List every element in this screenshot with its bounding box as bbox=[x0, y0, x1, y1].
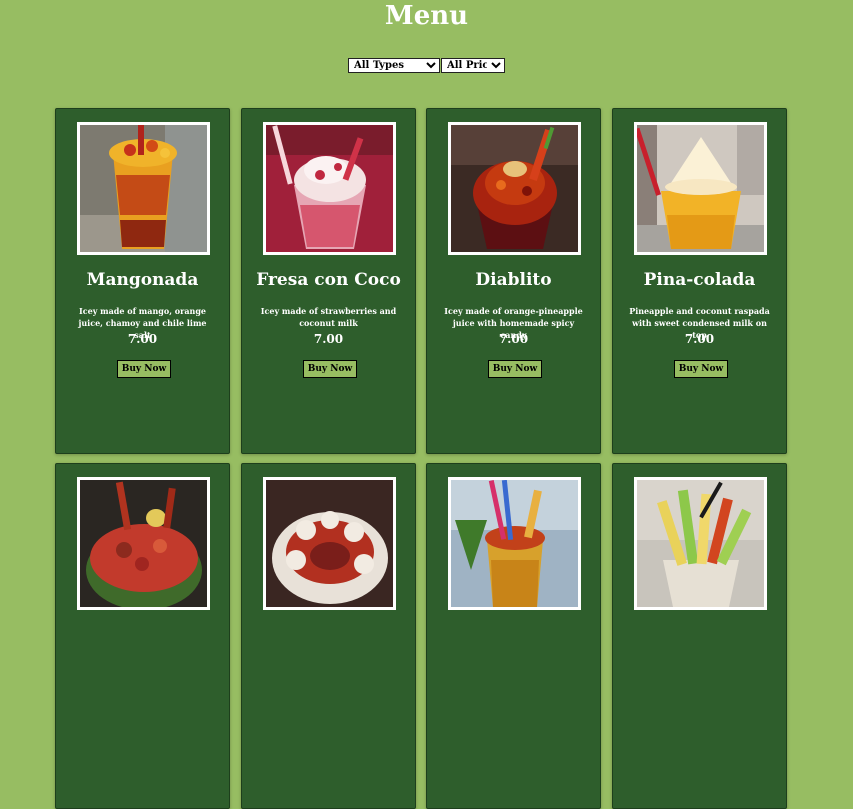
menu-card: Mangonada Icey made of mango, orange jui… bbox=[55, 108, 230, 454]
product-name: Mangonada bbox=[86, 270, 199, 290]
price-filter-select[interactable]: All Prices bbox=[441, 58, 505, 73]
fruit-cup-image bbox=[637, 480, 764, 607]
product-price: 7.00 bbox=[127, 332, 158, 346]
buy-now-button[interactable]: Buy Now bbox=[674, 360, 728, 378]
product-image bbox=[448, 477, 581, 610]
product-name: Diablito bbox=[475, 270, 552, 290]
menu-card bbox=[426, 463, 601, 809]
strawberry-coconut-cup-image bbox=[266, 125, 393, 252]
menu-card bbox=[55, 463, 230, 809]
product-image bbox=[448, 122, 581, 255]
menu-card: Fresa con Coco Icey made of strawberries… bbox=[241, 108, 416, 454]
menu-card bbox=[612, 463, 787, 809]
product-image bbox=[77, 122, 210, 255]
product-image bbox=[634, 122, 767, 255]
menu-card bbox=[241, 463, 416, 809]
pineapple-cup-image bbox=[451, 480, 578, 607]
page-title: Menu bbox=[384, 1, 469, 31]
product-name: Pina-colada bbox=[643, 270, 756, 290]
product-image bbox=[263, 122, 396, 255]
product-name: Fresa con Coco bbox=[256, 270, 401, 290]
type-filter-select[interactable]: All Types bbox=[348, 58, 440, 73]
menu-card: Pina-colada Pineapple and coconut raspad… bbox=[612, 108, 787, 454]
mangonada-cup-image bbox=[80, 125, 207, 252]
product-price: 7.00 bbox=[313, 332, 344, 346]
apple-candy-platter-image bbox=[266, 480, 393, 607]
buy-now-button[interactable]: Buy Now bbox=[488, 360, 542, 378]
menu-card: Diablito Icey made of orange-pineapple j… bbox=[426, 108, 601, 454]
product-price: 7.00 bbox=[684, 332, 715, 346]
product-description: Icey made of strawberries and coconut mi… bbox=[260, 306, 397, 328]
product-image bbox=[634, 477, 767, 610]
buy-now-button[interactable]: Buy Now bbox=[303, 360, 357, 378]
product-price: 7.00 bbox=[498, 332, 529, 346]
product-image bbox=[77, 477, 210, 610]
filter-bar: All Types All Prices bbox=[0, 58, 853, 73]
watermelon-fruit-bowl-image bbox=[80, 480, 207, 607]
product-image bbox=[263, 477, 396, 610]
pina-colada-cup-image bbox=[637, 125, 764, 252]
diablito-cup-image bbox=[451, 125, 578, 252]
buy-now-button[interactable]: Buy Now bbox=[117, 360, 171, 378]
